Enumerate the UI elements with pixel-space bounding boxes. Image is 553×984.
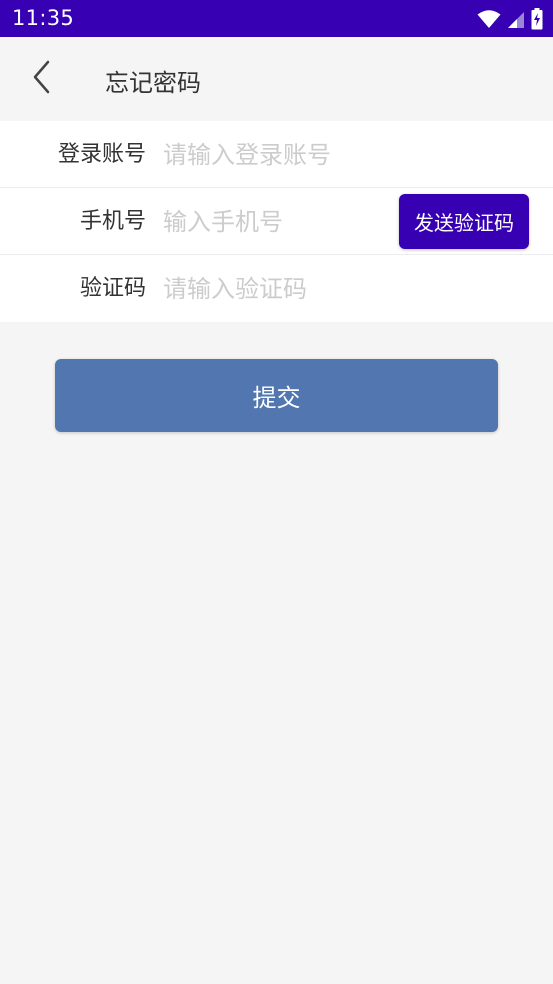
status-icons (477, 7, 543, 31)
phone-label: 手机号 (79, 209, 146, 234)
code-row: 验证码 (0, 255, 553, 322)
account-input[interactable] (163, 133, 533, 176)
wifi-icon (477, 9, 501, 29)
forgot-password-form: 登录账号 手机号 发送验证码 验证码 (0, 121, 553, 322)
battery-charging-icon (531, 8, 543, 30)
cellular-signal-icon (507, 9, 525, 29)
status-bar: 11:35 (0, 0, 553, 37)
code-label: 验证码 (79, 276, 146, 301)
account-row: 登录账号 (0, 121, 553, 188)
phone-row: 手机号 发送验证码 (0, 188, 553, 255)
status-time: 11:35 (12, 6, 75, 30)
account-label: 登录账号 (57, 142, 146, 167)
page-title: 忘记密码 (105, 69, 201, 97)
back-button[interactable] (22, 59, 62, 99)
chevron-left-icon (32, 60, 52, 98)
phone-input[interactable] (163, 200, 393, 243)
send-code-button[interactable]: 发送验证码 (399, 194, 529, 249)
app-bar: 忘记密码 (0, 37, 553, 121)
submit-button[interactable]: 提交 (55, 359, 498, 432)
code-input[interactable] (163, 267, 533, 310)
